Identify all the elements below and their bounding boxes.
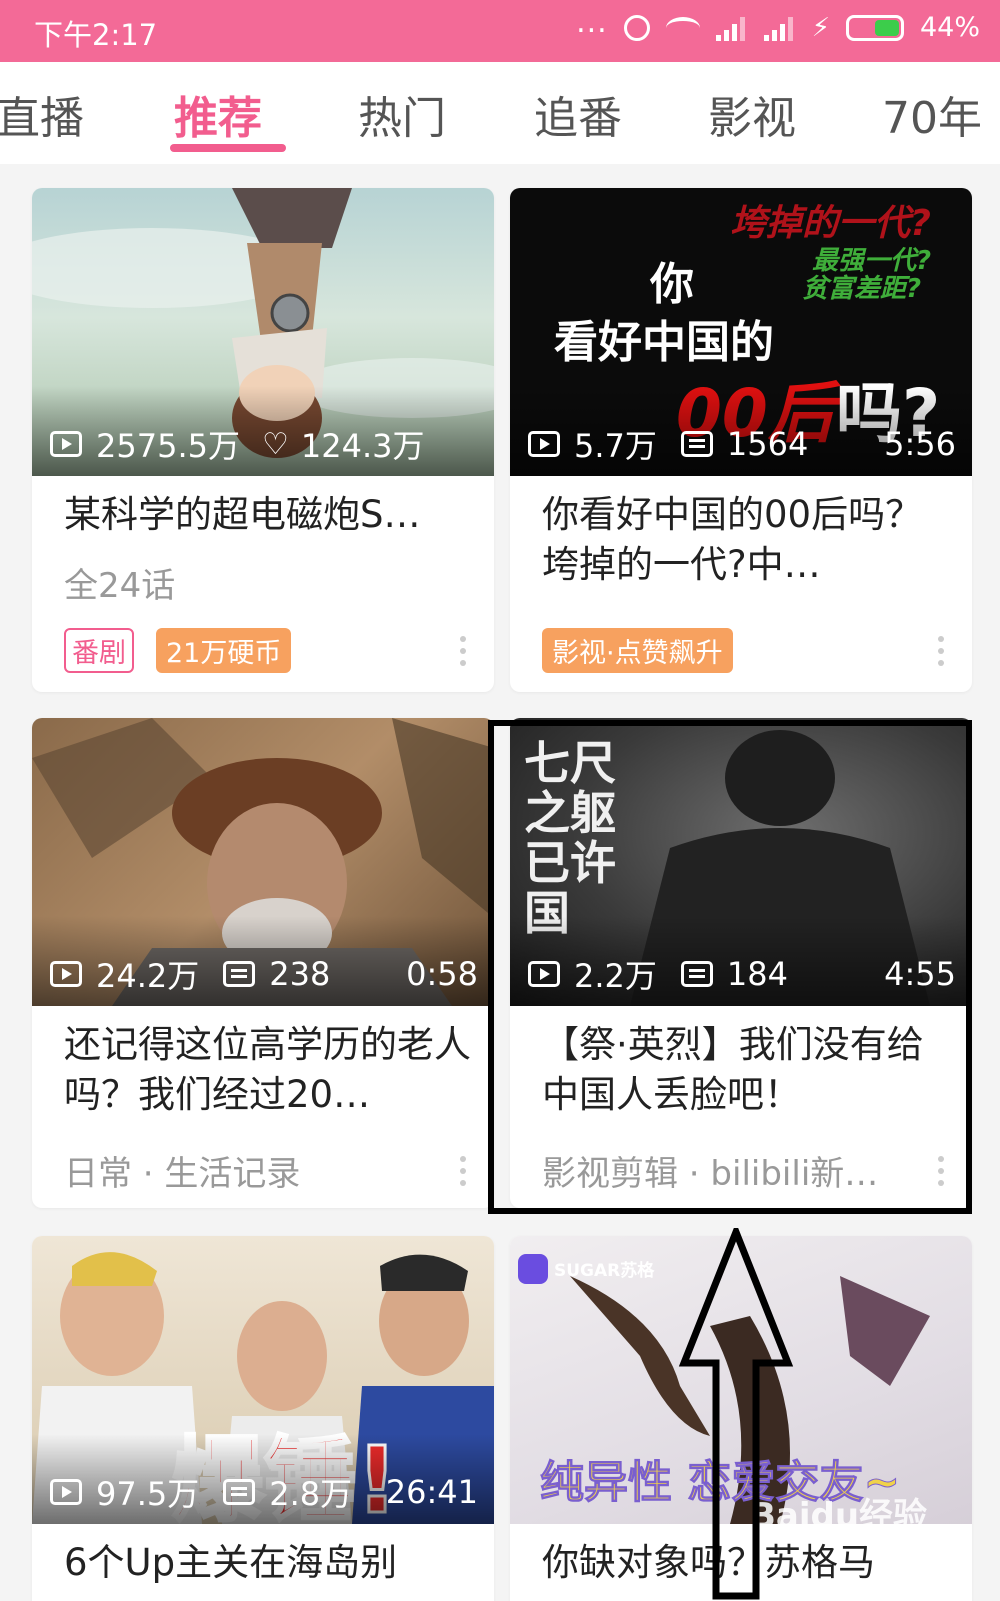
- more-options-icon[interactable]: [938, 636, 944, 672]
- play-count-icon: [50, 431, 82, 457]
- video-stats: 5.7万 1564 5:56: [528, 424, 956, 465]
- video-duration: 5:56: [884, 425, 956, 463]
- view-count: 97.5万: [96, 1475, 200, 1513]
- status-bar: 下午2:17 ... ⚡ 44%: [0, 0, 1000, 62]
- play-count-icon: [50, 1479, 82, 1505]
- more-options-icon[interactable]: [460, 1156, 466, 1192]
- play-count-icon: [528, 431, 560, 457]
- highlight-box: [488, 720, 972, 1214]
- battery-icon: [845, 14, 904, 41]
- more-options-icon[interactable]: [460, 636, 466, 672]
- danmaku-count: 1564: [726, 425, 809, 463]
- heart-icon: ♡: [261, 426, 289, 462]
- alarm-icon: [623, 14, 650, 41]
- video-stats: 24.2万 238 0:58: [50, 954, 478, 995]
- video-card[interactable]: 爆锤! 97.5万 2.8万 26:41 6个Up主关在海岛别: [32, 1236, 494, 1601]
- danmaku-icon: [223, 961, 256, 987]
- danmaku-count: 2.8万: [269, 1475, 353, 1513]
- video-category[interactable]: 日常 · 生活记录: [64, 1146, 300, 1195]
- wifi-icon: [665, 16, 700, 39]
- video-thumbnail[interactable]: 爆锤! 97.5万 2.8万 26:41: [32, 1236, 494, 1524]
- signal-icon: [763, 15, 796, 41]
- video-card[interactable]: 24.2万 238 0:58 还记得这位高学历的老人吗？我们经过20… 日常 ·…: [32, 718, 494, 1208]
- tab-recommend[interactable]: 推荐: [174, 82, 262, 146]
- active-tab-indicator: [170, 144, 286, 152]
- thumbnail-caption: 你: [650, 259, 694, 310]
- like-count: 124.3万: [300, 427, 425, 465]
- danmaku-icon: [223, 1479, 256, 1505]
- video-card[interactable]: 2575.5万 ♡ 124.3万 某科学的超电磁炮S… 全24话 番剧 21万硬…: [32, 188, 494, 692]
- thumbnail-caption: 垮掉的一代?: [730, 203, 931, 244]
- video-stats: 2575.5万 ♡ 124.3万: [50, 424, 478, 465]
- signal-icon: [715, 15, 748, 41]
- video-thumbnail[interactable]: 2575.5万 ♡ 124.3万: [32, 188, 494, 476]
- danmaku-icon: [680, 431, 713, 457]
- video-title[interactable]: 6个Up主关在海岛别: [64, 1538, 472, 1588]
- video-duration: 26:41: [385, 1473, 478, 1511]
- coin-badge: 21万硬币: [156, 628, 292, 673]
- charging-icon: ⚡: [811, 12, 830, 43]
- video-title[interactable]: 还记得这位高学历的老人吗？我们经过20…: [64, 1020, 472, 1120]
- category-tabs: 直播 推荐 热门 追番 影视 70年: [0, 62, 1000, 164]
- video-title[interactable]: 某科学的超电磁炮S…: [64, 490, 472, 540]
- video-thumbnail[interactable]: 垮掉的一代? 最强一代? 贫富差距? 你 看好中国的 00后 吗? 5.7万 1…: [510, 188, 972, 476]
- episode-count: 全24话: [64, 566, 176, 606]
- status-time: 下午2:17: [34, 18, 158, 52]
- video-card[interactable]: 垮掉的一代? 最强一代? 贫富差距? 你 看好中国的 00后 吗? 5.7万 1…: [510, 188, 972, 692]
- thumbnail-caption: 贫富差距?: [802, 274, 922, 304]
- watermark-url: jingyan.baidu.com: [830, 1526, 969, 1544]
- video-duration: 0:58: [406, 955, 478, 993]
- battery-percent: 44%: [919, 12, 980, 43]
- tab-hot[interactable]: 热门: [358, 82, 446, 146]
- video-stats: 97.5万 2.8万 26:41: [50, 1472, 478, 1513]
- view-count: 2575.5万: [96, 427, 240, 465]
- danmaku-count: 238: [269, 955, 331, 993]
- tab-movies[interactable]: 影视: [708, 82, 796, 146]
- notification-dots: ...: [576, 5, 608, 40]
- channel-brand: SUGAR苏格: [554, 1261, 655, 1281]
- tab-bangumi[interactable]: 追番: [534, 82, 622, 146]
- annotation-arrow-icon: [678, 1228, 794, 1600]
- view-count: 5.7万: [574, 427, 657, 465]
- tab-live[interactable]: 直播: [0, 82, 84, 146]
- play-count-icon: [50, 961, 82, 987]
- video-title[interactable]: 你看好中国的00后吗？垮掉的一代?中…: [542, 490, 950, 590]
- category-tag[interactable]: 番剧: [64, 628, 134, 673]
- view-count: 24.2万: [96, 957, 200, 995]
- trending-badge: 影视·点赞飙升: [542, 628, 733, 673]
- video-thumbnail[interactable]: 24.2万 238 0:58: [32, 718, 494, 1006]
- tab-70-years[interactable]: 70年: [882, 82, 982, 146]
- status-icons: ... ⚡ 44%: [576, 5, 980, 43]
